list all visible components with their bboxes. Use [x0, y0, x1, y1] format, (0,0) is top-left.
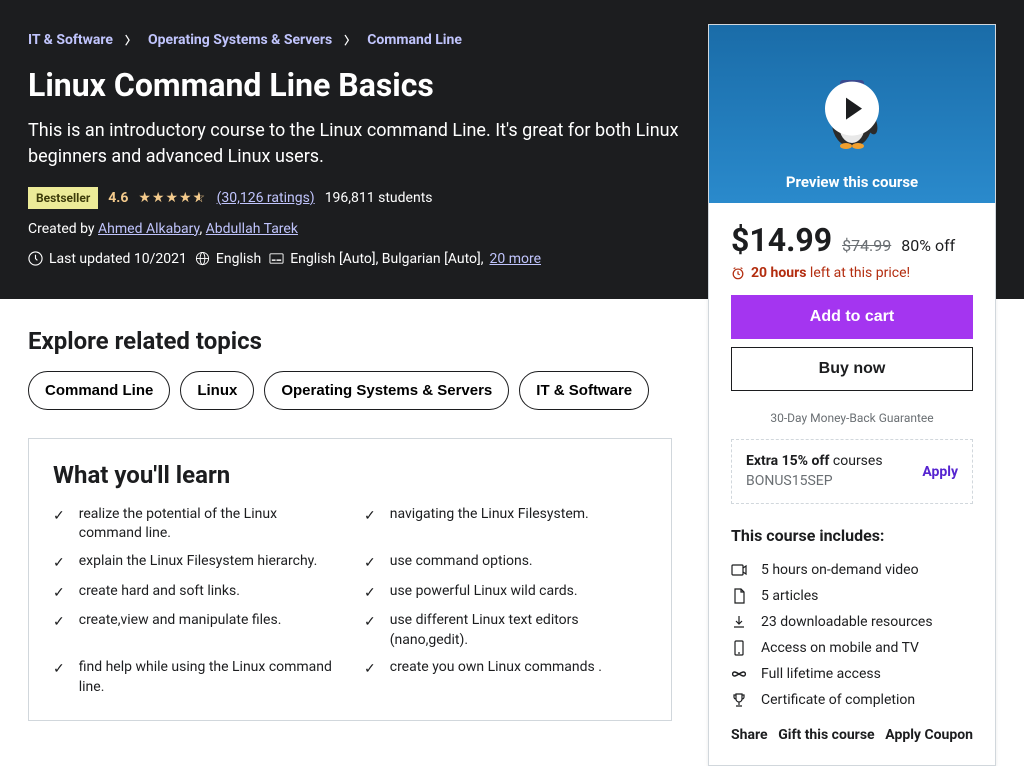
learn-item: ✓create you own Linux commands .	[364, 658, 647, 697]
include-item: 5 articles	[731, 583, 973, 609]
what-youll-learn: What you'll learn ✓realize the potential…	[28, 438, 672, 721]
includes-title: This course includes:	[731, 526, 973, 545]
chevron-right-icon: 〉	[344, 32, 355, 48]
learn-item: ✓use different Linux text editors (nano,…	[364, 611, 647, 650]
share-link[interactable]: Share	[731, 727, 768, 743]
author-link[interactable]: Abdullah Tarek	[206, 221, 298, 237]
bestseller-badge: Bestseller	[28, 187, 98, 209]
topic-pill[interactable]: Linux	[180, 371, 254, 410]
students-count: 196,811 students	[325, 190, 433, 206]
rating-value: 4.6	[108, 190, 128, 206]
learn-item: ✓create,view and manipulate files.	[53, 611, 336, 650]
video-icon	[731, 562, 747, 578]
check-icon: ✓	[364, 554, 376, 574]
infinity-icon	[731, 666, 747, 682]
breadcrumb: IT & Software 〉 Operating Systems & Serv…	[28, 32, 708, 48]
urgency-message: 20 hours left at this price!	[731, 265, 973, 281]
include-item: 5 hours on-demand video	[731, 557, 973, 583]
captions-text: English [Auto], Bulgarian [Auto],	[290, 251, 483, 267]
course-info-row: Last updated 10/2021 English English [Au…	[28, 251, 708, 267]
original-price: $74.99	[842, 236, 891, 255]
topic-pill[interactable]: IT & Software	[519, 371, 649, 410]
price: $14.99	[731, 221, 832, 259]
chevron-right-icon: 〉	[125, 32, 136, 48]
learn-title: What you'll learn	[53, 461, 647, 489]
breadcrumb-link[interactable]: Command Line	[367, 32, 462, 48]
check-icon: ✓	[53, 660, 65, 697]
author-link[interactable]: Ahmed Alkabary	[98, 221, 199, 237]
check-icon: ✓	[53, 613, 65, 650]
topic-pills: Command Line Linux Operating Systems & S…	[28, 371, 672, 410]
apply-coupon-link[interactable]: Apply	[922, 464, 958, 480]
learn-item: ✓explain the Linux Filesystem hierarchy.	[53, 552, 336, 574]
includes-list: 5 hours on-demand video 5 articles 23 do…	[731, 557, 973, 713]
gift-link[interactable]: Gift this course	[778, 727, 874, 743]
check-icon: ✓	[53, 554, 65, 574]
more-captions-link[interactable]: 20 more	[489, 251, 541, 267]
check-icon: ✓	[364, 507, 376, 544]
check-icon: ✓	[364, 613, 376, 650]
learn-item: ✓use powerful Linux wild cards.	[364, 582, 647, 604]
check-icon: ✓	[364, 660, 376, 697]
include-item: Access on mobile and TV	[731, 635, 973, 661]
play-button[interactable]	[825, 82, 879, 136]
learn-item: ✓realize the potential of the Linux comm…	[53, 505, 336, 544]
check-icon: ✓	[53, 584, 65, 604]
article-icon	[731, 588, 747, 604]
captions-icon	[269, 251, 284, 266]
star-icons: ★★★★☆★	[138, 190, 206, 206]
coupon-code: BONUS15SEP	[746, 473, 833, 489]
guarantee-text: 30-Day Money-Back Guarantee	[731, 411, 973, 425]
breadcrumb-link[interactable]: Operating Systems & Servers	[148, 32, 332, 48]
play-icon	[846, 98, 862, 120]
preview-area[interactable]: Preview this course	[709, 25, 995, 203]
include-item: Full lifetime access	[731, 661, 973, 687]
course-subtitle: This is an introductory course to the Li…	[28, 118, 708, 168]
alarm-icon	[731, 266, 745, 280]
globe-icon	[195, 251, 210, 266]
topic-pill[interactable]: Command Line	[28, 371, 170, 410]
ratings-count-link[interactable]: (30,126 ratings)	[217, 190, 315, 206]
learn-item: ✓use command options.	[364, 552, 647, 574]
mobile-icon	[731, 640, 747, 656]
breadcrumb-link[interactable]: IT & Software	[28, 32, 113, 48]
learn-item: ✓navigating the Linux Filesystem.	[364, 505, 647, 544]
purchase-sidebar: Preview this course $14.99 $74.99 80% of…	[708, 24, 996, 766]
explore-title: Explore related topics	[28, 327, 672, 355]
check-icon: ✓	[364, 584, 376, 604]
rating-row: Bestseller 4.6 ★★★★☆★ (30,126 ratings) 1…	[28, 187, 708, 209]
discount-percent: 80% off	[901, 236, 955, 255]
last-updated: Last updated 10/2021	[49, 251, 187, 267]
download-icon	[731, 614, 747, 630]
created-by-label: Created by	[28, 221, 98, 237]
topic-pill[interactable]: Operating Systems & Servers	[264, 371, 509, 410]
apply-coupon-action[interactable]: Apply Coupon	[885, 727, 973, 743]
include-item: Certificate of completion	[731, 687, 973, 713]
language: English	[216, 251, 261, 267]
badge-icon	[28, 251, 43, 266]
include-item: 23 downloadable resources	[731, 609, 973, 635]
coupon-box: Extra 15% off courses BONUS15SEP Apply	[731, 439, 973, 504]
trophy-icon	[731, 692, 747, 708]
creators: Created by Ahmed Alkabary, Abdullah Tare…	[28, 221, 708, 237]
check-icon: ✓	[53, 507, 65, 544]
preview-label: Preview this course	[786, 173, 918, 191]
buy-now-button[interactable]: Buy now	[731, 347, 973, 391]
course-title: Linux Command Line Basics	[28, 66, 708, 104]
learn-item: ✓create hard and soft links.	[53, 582, 336, 604]
learn-item: ✓find help while using the Linux command…	[53, 658, 336, 697]
add-to-cart-button[interactable]: Add to cart	[731, 295, 973, 339]
